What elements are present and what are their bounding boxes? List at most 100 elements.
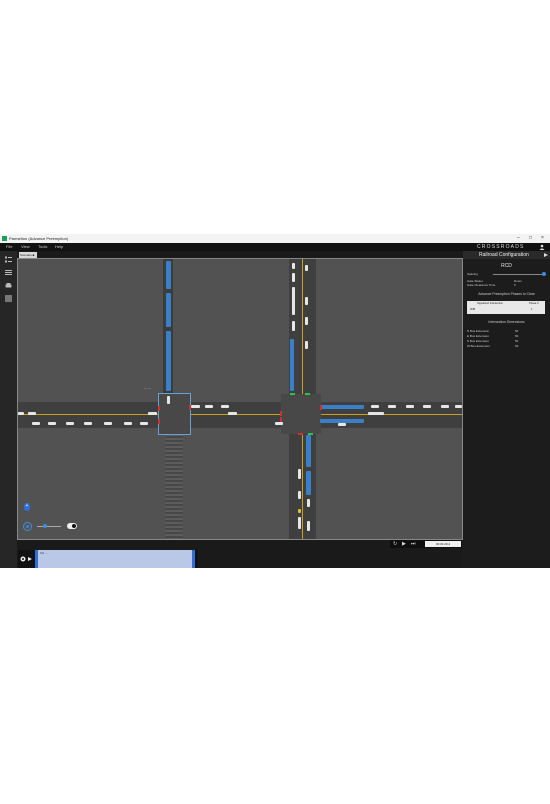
brand-logo: CROSSROADS [477, 244, 525, 250]
car [275, 422, 283, 425]
table-cell[interactable]: 3NB [470, 308, 475, 312]
app-window: Parmetion (Advance Preemption) – □ × Fil… [0, 234, 550, 568]
car [371, 405, 379, 408]
car [228, 412, 237, 415]
layers-icon[interactable] [5, 256, 12, 263]
car [124, 422, 132, 425]
reset-button[interactable]: ↻ [393, 541, 397, 547]
spacing-label: Spacing [467, 272, 478, 276]
car [406, 405, 414, 408]
dimension-value[interactable]: 50 [515, 334, 518, 338]
car [305, 341, 308, 349]
car [338, 423, 346, 426]
signal-green [308, 433, 313, 435]
timeline: 0:0 ... [18, 550, 198, 568]
car [423, 405, 431, 408]
step-forward-button[interactable]: ⏭ [411, 541, 416, 547]
tab-scenario[interactable]: Scenario ■ [19, 252, 37, 258]
city-block [316, 428, 462, 539]
road-centerline [18, 414, 462, 415]
car [298, 469, 301, 479]
car [292, 273, 295, 282]
vehicle-icon[interactable] [5, 282, 12, 289]
car [388, 405, 396, 408]
table-header: Signalized Intersection [477, 302, 504, 305]
play-button[interactable]: ▶ [402, 541, 406, 547]
timeline-track[interactable] [35, 550, 195, 568]
dimension-value[interactable]: 50 [515, 344, 518, 348]
list-icon[interactable] [5, 269, 12, 276]
main-intersection[interactable] [281, 394, 321, 434]
bus [306, 435, 311, 467]
car [48, 422, 56, 425]
dimension-value[interactable]: 50 [515, 339, 518, 343]
panel-header: Railroad Configuration [463, 251, 550, 259]
playback-controls: ↻ ▶ ⏭ 00:01:29.4 [390, 540, 462, 548]
simulation-time: 00:01:29.4 [425, 541, 461, 547]
rail-crossing-label: — — [144, 386, 151, 390]
car [28, 412, 36, 415]
car [191, 405, 200, 408]
bus [166, 261, 171, 289]
table-cell[interactable]: 1 [531, 308, 532, 312]
signal-red [189, 405, 191, 410]
rail-crossing-intersection[interactable] [158, 393, 191, 435]
city-block [183, 428, 289, 539]
bus [306, 471, 311, 495]
signal-red [298, 433, 303, 435]
dimension-label: W Bus Extension [467, 344, 490, 348]
left-toolbar [0, 251, 17, 568]
zoom-slider[interactable] [37, 526, 61, 527]
timeline-end-handle[interactable] [192, 550, 195, 568]
railroad-config-panel: Railroad Configuration RCD Spacing Gate … [463, 251, 550, 568]
car [221, 405, 229, 408]
city-block [18, 428, 165, 539]
zoom-slider-thumb[interactable] [43, 524, 47, 528]
dimension-value[interactable]: 50 [515, 329, 518, 333]
zoom-in-button[interactable]: + [24, 503, 30, 511]
bus [166, 331, 171, 391]
panel-title: Railroad Configuration [479, 252, 529, 258]
car [305, 265, 308, 271]
minimize-button[interactable]: – [517, 235, 520, 242]
collapse-icon[interactable] [544, 253, 548, 257]
signal-green [305, 393, 310, 395]
city-block [18, 259, 163, 402]
car [368, 412, 384, 415]
map-viewport[interactable]: — — + [17, 258, 463, 540]
car [305, 317, 308, 325]
menu-view[interactable]: View [21, 245, 30, 249]
gear-icon[interactable] [20, 556, 26, 562]
menu-tools[interactable]: Tools [38, 245, 47, 249]
gate-clearance-label: Gate Clearance Time [467, 283, 496, 287]
car [205, 405, 213, 408]
compass-icon[interactable] [23, 522, 32, 531]
spacing-slider-thumb[interactable] [542, 272, 546, 276]
timeline-start-handle[interactable] [35, 550, 38, 568]
section-title: RCD [501, 263, 512, 269]
close-button[interactable]: × [541, 235, 544, 242]
car [140, 422, 148, 425]
grid-icon[interactable] [5, 295, 12, 302]
car [292, 321, 295, 331]
timeline-expand-icon[interactable] [28, 557, 32, 561]
rail-crossing-vehicle [167, 396, 170, 404]
menu-file[interactable]: File [6, 245, 12, 249]
car [292, 263, 295, 269]
car [441, 405, 449, 408]
car [84, 422, 92, 425]
maximize-button[interactable]: □ [529, 235, 532, 242]
car [32, 422, 40, 425]
spacing-slider[interactable] [493, 274, 545, 275]
tab-bar: Scenario ■ [18, 251, 463, 259]
car [307, 499, 310, 507]
menu-bar: File View Tools Help [0, 243, 550, 251]
bus [290, 339, 294, 391]
gate-clearance-value[interactable]: 5 [514, 283, 516, 287]
car [292, 287, 295, 315]
signal-red [280, 417, 282, 422]
user-icon[interactable] [539, 244, 545, 250]
car [298, 509, 301, 513]
preemption-table[interactable]: Signalized Intersection Phase # 3NB 1 [467, 301, 545, 314]
menu-help[interactable]: Help [55, 245, 63, 249]
